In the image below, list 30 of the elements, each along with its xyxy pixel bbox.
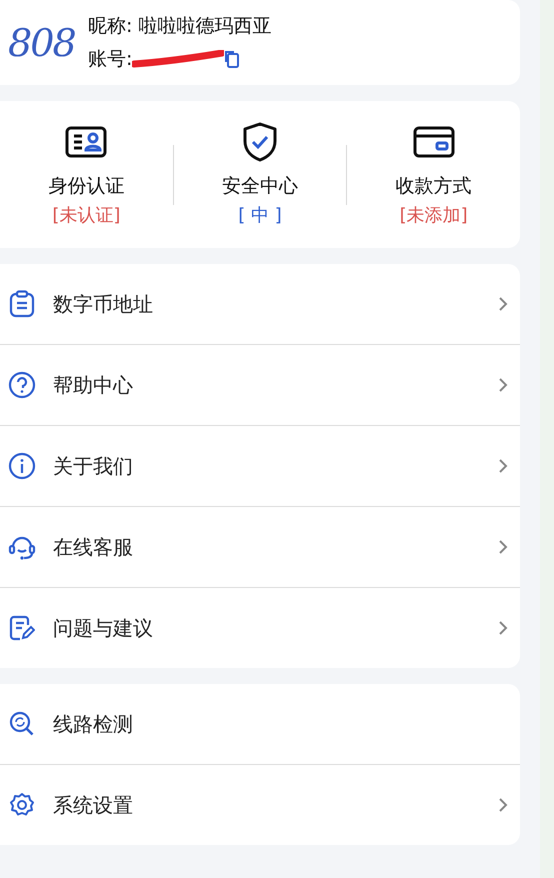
note-pencil-icon bbox=[9, 615, 35, 641]
menu-label: 线路检测 bbox=[53, 711, 134, 738]
menu-label: 系统设置 bbox=[53, 792, 134, 819]
info-icon bbox=[8, 452, 36, 480]
account-label: 账号: bbox=[88, 46, 132, 72]
menu-label: 数字币地址 bbox=[53, 291, 154, 318]
shortcut-button[interactable]: 收款方式 [未添加] bbox=[347, 120, 520, 230]
menu-item[interactable]: 线路检测 bbox=[0, 684, 520, 764]
search-icon bbox=[9, 711, 35, 737]
menu-item[interactable]: 帮助中心 bbox=[0, 345, 520, 425]
clipboard-icon bbox=[9, 290, 35, 318]
menu-label: 关于我们 bbox=[53, 453, 134, 480]
shortcut-button[interactable]: 身份认证 [未认证] bbox=[0, 120, 173, 230]
shield-check-icon bbox=[242, 122, 278, 162]
menu-label: 帮助中心 bbox=[53, 372, 134, 399]
card-icon bbox=[412, 126, 455, 158]
menu-item[interactable]: 关于我们 bbox=[0, 426, 520, 506]
menu-item[interactable]: 在线客服 bbox=[0, 507, 520, 587]
shortcut-button[interactable]: 安全中心 [ 中 ] bbox=[174, 120, 346, 230]
id-card-icon bbox=[65, 126, 108, 158]
menu-label: 问题与建议 bbox=[53, 615, 154, 642]
nickname: 昵称: 啦啦啦德玛西亚 bbox=[88, 14, 272, 39]
copy-icon[interactable] bbox=[224, 50, 240, 68]
logo: 808 bbox=[8, 24, 76, 62]
menu-item[interactable]: 问题与建议 bbox=[0, 588, 520, 668]
menu-label: 在线客服 bbox=[53, 534, 134, 561]
menu-item[interactable]: 系统设置 bbox=[0, 765, 520, 845]
help-icon bbox=[8, 371, 36, 399]
settings-icon bbox=[9, 792, 35, 818]
menu-item[interactable]: 数字币地址 bbox=[0, 264, 520, 344]
